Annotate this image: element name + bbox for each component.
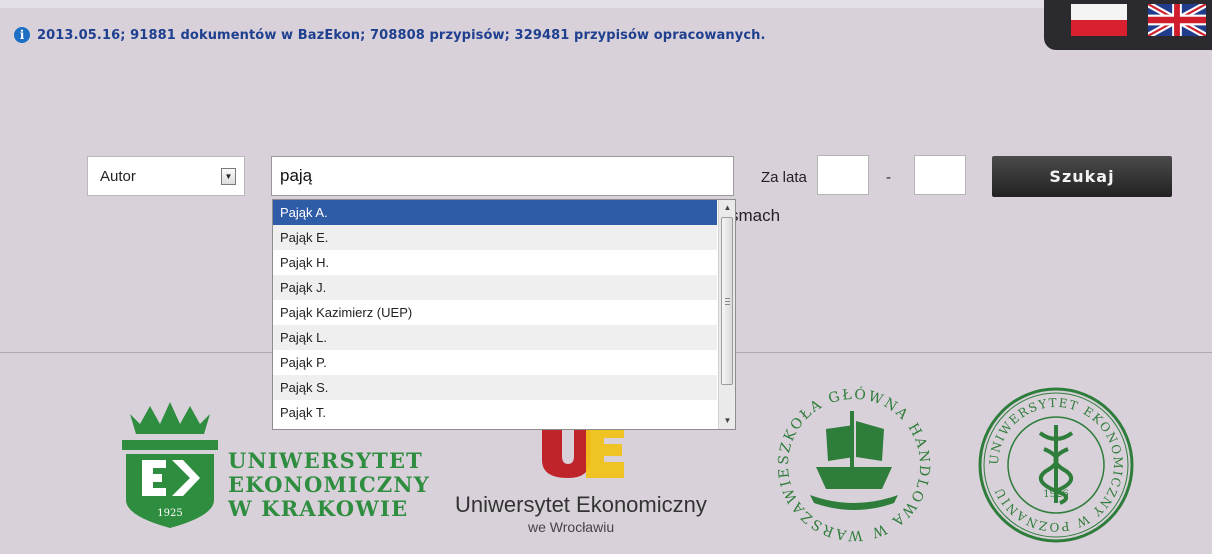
year-from-input[interactable] [817, 155, 869, 195]
stats-text: 2013.05.16; 91881 dokumentów w BazEkon; … [37, 27, 766, 43]
autocomplete-item[interactable]: Pająk S. [273, 375, 717, 400]
autocomplete-item[interactable]: Pająk E. [273, 225, 717, 250]
search-field-select[interactable]: Autor ▼ [87, 156, 245, 196]
uep-seal-logo: UNIWERSYTET EKONOMICZNY W POZNANIU 1926 [978, 387, 1134, 543]
polish-flag-icon[interactable] [1071, 4, 1127, 36]
search-input[interactable] [271, 156, 734, 196]
ue-city: we Wrocławiu [528, 519, 615, 535]
autocomplete-item[interactable]: Pająk J. [273, 275, 717, 300]
search-field-value: Autor [100, 168, 136, 185]
top-border [0, 0, 1212, 8]
ue-name: Uniwersytet Ekonomiczny [455, 492, 707, 517]
uk-flag-icon[interactable] [1148, 4, 1206, 36]
scroll-up-icon[interactable]: ▲ [721, 201, 734, 215]
uek-line-2: EKONOMICZNY [228, 472, 430, 497]
sgh-ring-text: SZKOŁA GŁÓWNA HANDLOWA W WARSZAWIE [776, 385, 933, 543]
uek-line-1: UNIWERSYTET [228, 448, 423, 473]
uep-year: 1926 [1043, 489, 1068, 500]
scrollbar[interactable]: ▲ ▼ [718, 200, 735, 429]
autocomplete-item[interactable]: Pająk P. [273, 350, 717, 375]
info-icon: i [14, 27, 30, 43]
scroll-down-icon[interactable]: ▼ [721, 414, 734, 428]
autocomplete-item[interactable]: Pająk L. [273, 325, 717, 350]
autocomplete-list[interactable]: Pająk A. Pająk E. Pająk H. Pająk J. Pają… [272, 199, 736, 430]
autocomplete-item[interactable]: Pająk Kazimierz (UEP) [273, 300, 717, 325]
year-separator: - [886, 169, 891, 186]
search-option-label: smach [730, 206, 781, 225]
uek-name: UNIWERSYTET EKONOMICZNY W KRAKOWIE [228, 449, 430, 521]
autocomplete-item[interactable]: Pająk A. [273, 200, 717, 225]
autocomplete-item[interactable]: Pająk T. [273, 400, 717, 425]
sgh-seal-logo: SZKOŁA GŁÓWNA HANDLOWA W WARSZAWIE [776, 385, 933, 543]
scrollbar-thumb[interactable] [721, 217, 733, 385]
ship-icon [810, 411, 898, 510]
search-button[interactable]: Szukaj [992, 156, 1172, 197]
stats-info: i 2013.05.16; 91881 dokumentów w BazEkon… [14, 26, 766, 44]
chevron-down-icon[interactable]: ▼ [221, 168, 236, 185]
autocomplete-item[interactable]: Pająk H. [273, 250, 717, 275]
uek-year: 1925 [157, 508, 182, 519]
year-to-input[interactable] [914, 155, 966, 195]
uek-line-3: W KRAKOWIE [228, 496, 409, 521]
years-label: Za lata [761, 169, 807, 186]
uek-logo: 1925 [122, 402, 218, 528]
